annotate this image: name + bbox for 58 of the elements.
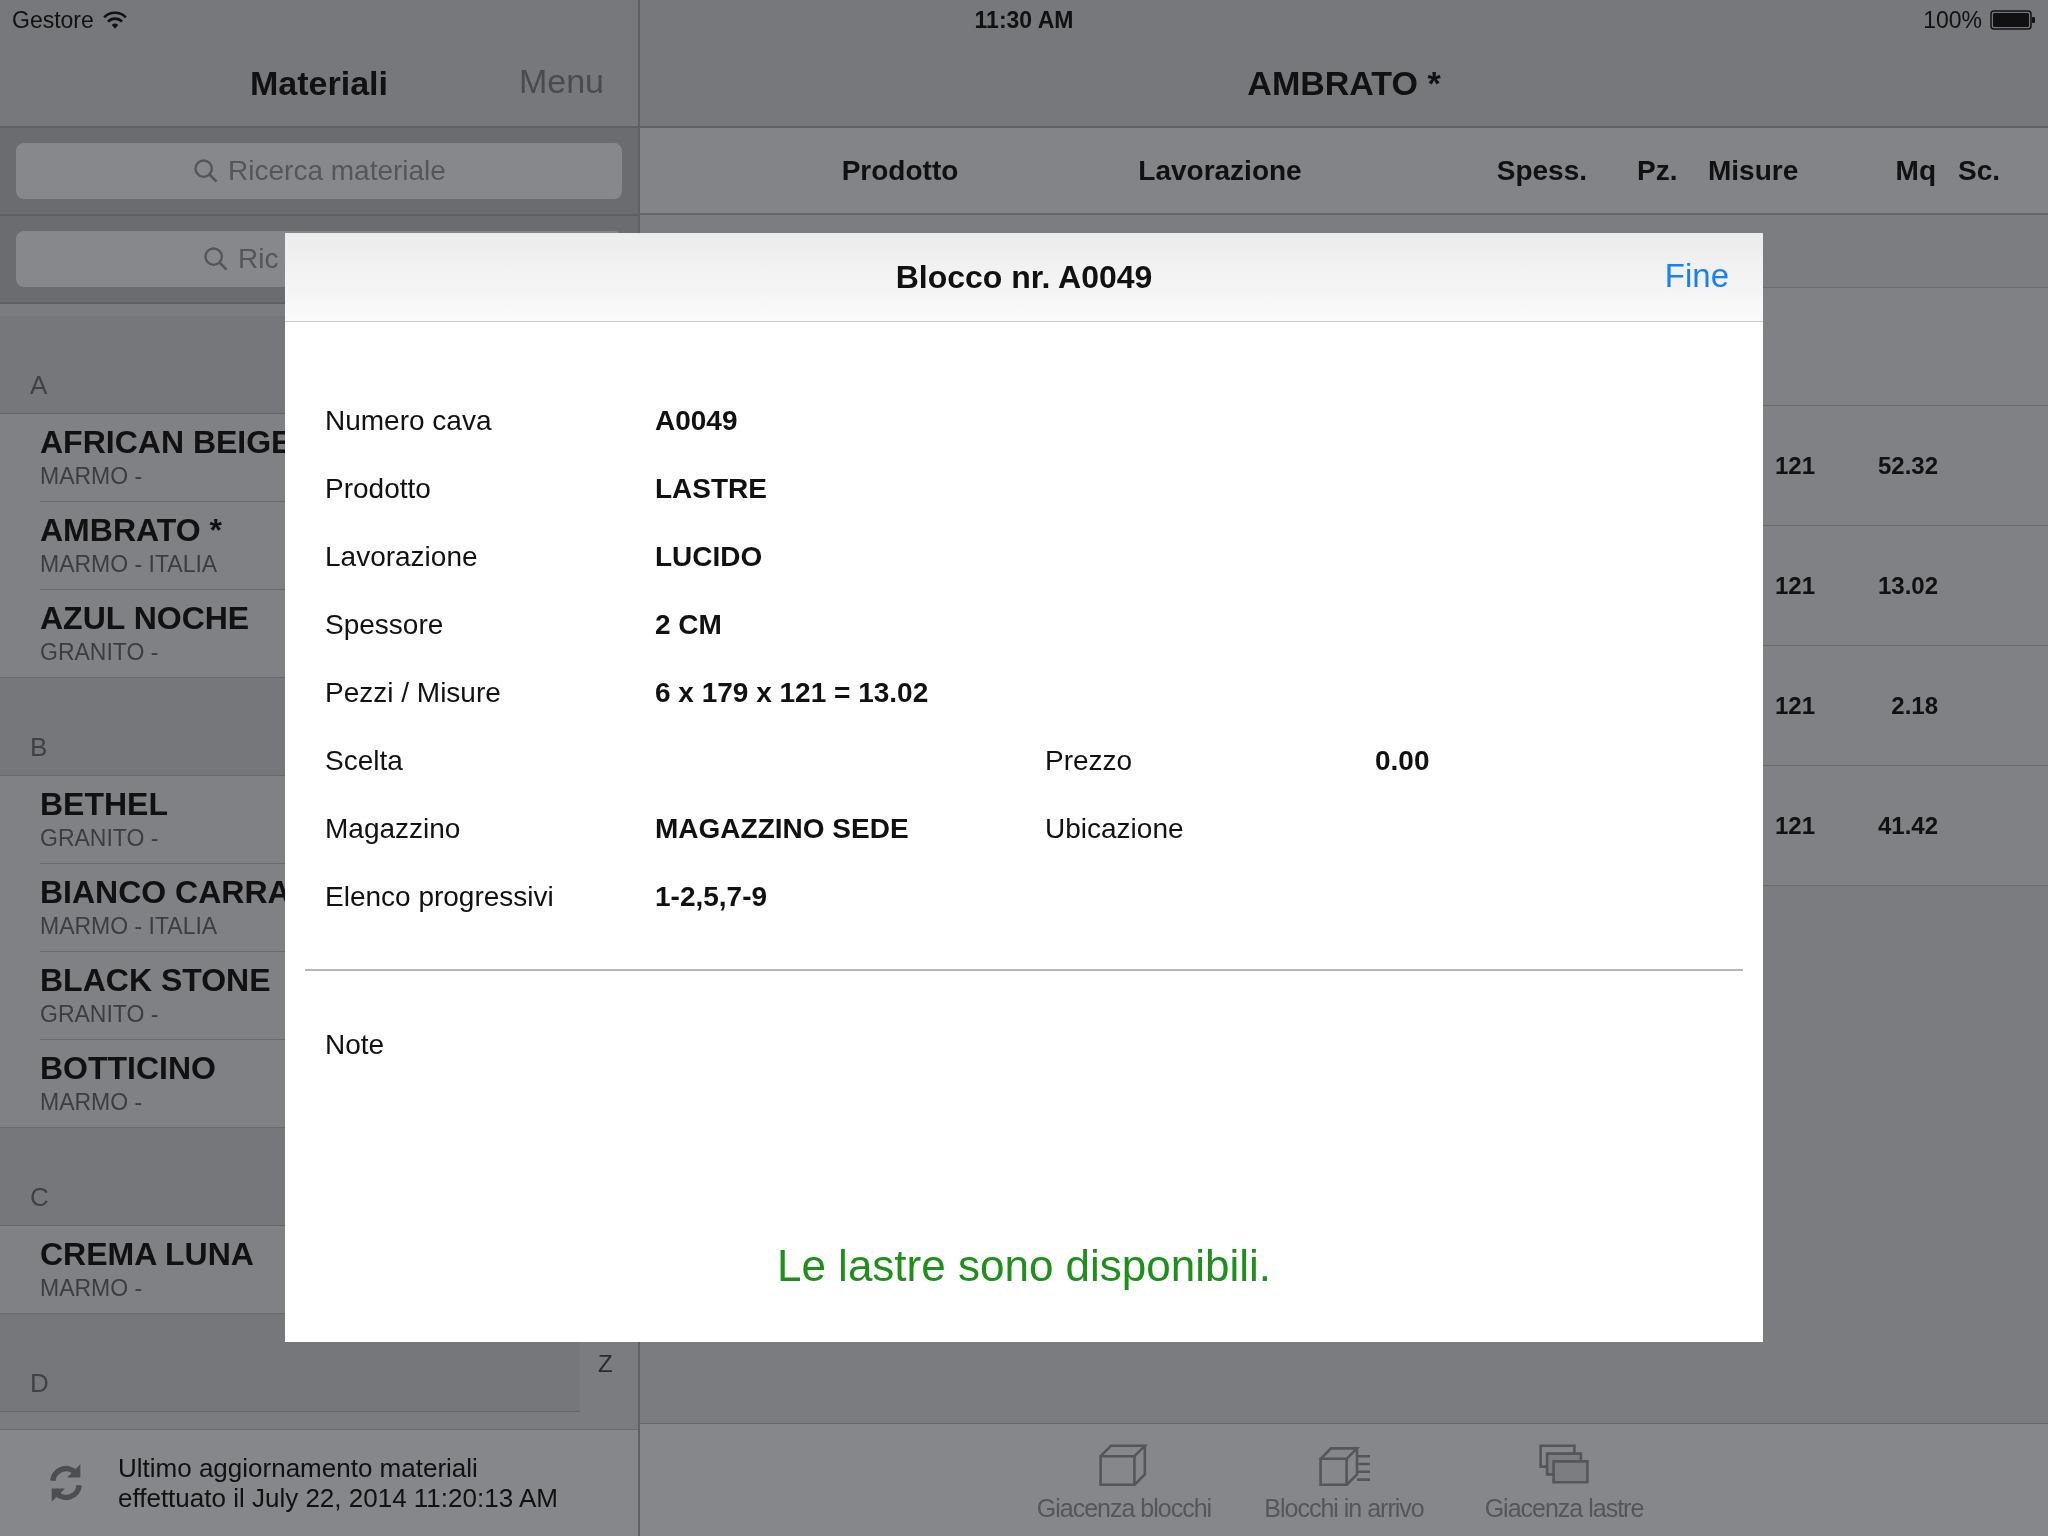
table-cell-text: 52.32 [1876, 451, 1939, 480]
field-label: Pezzi / Misure [325, 677, 502, 709]
availability-message: Le lastre sono disponibili. [775, 1241, 1273, 1291]
table-cell-text: 121 [1774, 451, 1817, 480]
field-label: Lavorazione [325, 541, 479, 573]
column-header: Lavorazione [1137, 154, 1303, 187]
field-label: Scelta [325, 745, 404, 777]
item-subtitle: MARMO - ITALIA [40, 551, 218, 578]
field-label: Numero cava [325, 405, 493, 437]
field-value: 1-2,5,7-9 [655, 881, 769, 913]
field-value: LUCIDO [655, 541, 764, 573]
update-text: Ultimo aggiornamento materiali effettuato il July 22, 2014 11:20:13 AM [118, 1453, 559, 1513]
field-label: Magazzino [325, 813, 462, 845]
field-label: Ubicazione [1045, 813, 1185, 845]
table-cell-text: 121 [1774, 571, 1817, 600]
item-subtitle: MARMO - ITALIA [40, 913, 218, 940]
nav-title: Materiali [250, 63, 388, 103]
table-cell-text: 121 [1774, 811, 1817, 840]
nav-title: AMBRATO * [1247, 63, 1441, 103]
item-name: AMBRATO * [40, 512, 222, 549]
field-label: Spessore [325, 609, 445, 641]
battery-percent: 100% [1923, 6, 1982, 34]
field-value: 6 x 179 x 121 = 13.02 [655, 677, 930, 709]
item-subtitle: GRANITO - [40, 639, 159, 666]
field-value: LASTRE [655, 473, 768, 505]
field-label: Elenco progressivi [325, 881, 555, 913]
item-subtitle: GRANITO - [40, 825, 159, 852]
carrier-name: Gestore [12, 6, 94, 34]
table-cell-text: 13.02 [1876, 571, 1939, 600]
column-header: Sc. [1957, 154, 2002, 187]
column-header: Prodotto [840, 154, 960, 187]
item-name: BETHEL [40, 786, 168, 823]
field-value: 0.00 [1375, 745, 1431, 777]
modal-title: Blocco nr. A0049 [895, 258, 1153, 296]
field-value: 2 CM [655, 609, 723, 641]
table-cell-text: 121 [1774, 691, 1817, 720]
item-name: BIANCO CARRA [40, 874, 291, 911]
item-name: AZUL NOCHE [40, 600, 250, 637]
item-subtitle: MARMO - [40, 1089, 143, 1116]
column-header: Spess. [1495, 154, 1588, 187]
field-label: Prodotto [325, 473, 432, 505]
item-name: CREMA LUNA [40, 1236, 254, 1273]
item-subtitle: MARMO - [40, 463, 143, 490]
table-cell-text: 2.18 [1890, 691, 1939, 720]
column-header: Mq [1894, 154, 1937, 187]
clock-time: 11:30 AM [974, 6, 1074, 34]
field-value: A0049 [655, 405, 739, 437]
item-name: BOTTICINO [40, 1050, 216, 1087]
column-header: Pz. [1636, 154, 1679, 187]
item-name: AFRICAN BEIGE [40, 424, 293, 461]
item-name: BLACK STONE [40, 962, 271, 999]
item-subtitle: GRANITO - [40, 1001, 159, 1028]
column-header: Misure [1707, 154, 1800, 187]
table-cell-text: 41.42 [1876, 811, 1939, 840]
note-label: Note [324, 1028, 386, 1061]
item-subtitle: MARMO - [40, 1275, 143, 1302]
field-value: MAGAZZINO SEDE [655, 813, 910, 845]
field-label: Prezzo [1045, 745, 1134, 777]
